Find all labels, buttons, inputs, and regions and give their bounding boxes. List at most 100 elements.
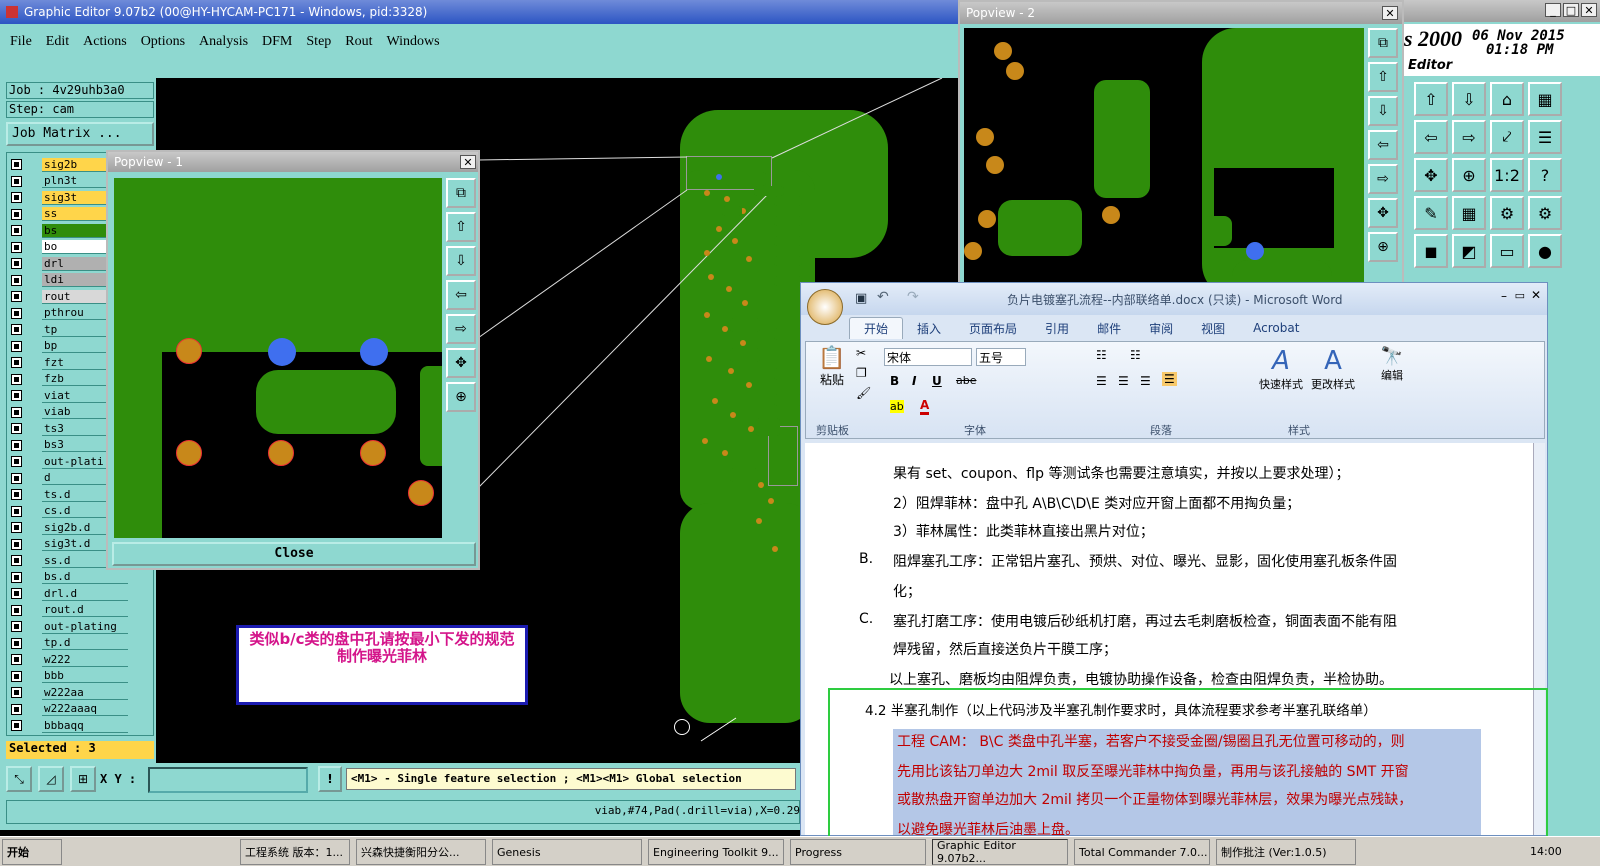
- layer-checkbox[interactable]: [11, 357, 22, 368]
- p2-pan-right-icon[interactable]: ⇨: [1368, 164, 1398, 194]
- maximize-icon[interactable]: □: [1563, 3, 1579, 17]
- tab-review[interactable]: 审阅: [1135, 317, 1187, 339]
- align-center-icon[interactable]: ☰: [1118, 374, 1129, 388]
- zoom-out-icon[interactable]: ⊕: [446, 382, 476, 412]
- layer-checkbox[interactable]: [11, 472, 22, 484]
- tool-icon-2[interactable]: ⌂: [1490, 82, 1524, 116]
- layer-checkbox[interactable]: [11, 456, 22, 467]
- font-size-select[interactable]: 五号: [976, 348, 1026, 366]
- tool-icon-5[interactable]: ⇨: [1452, 120, 1486, 154]
- layer-checkbox[interactable]: [11, 538, 22, 550]
- layer-checkbox[interactable]: [11, 241, 22, 253]
- layer-checkbox[interactable]: [11, 439, 22, 451]
- tab-references[interactable]: 引用: [1031, 317, 1083, 339]
- justify-icon[interactable]: ☰: [1162, 372, 1177, 386]
- layer-checkbox[interactable]: [11, 291, 22, 302]
- word-close-icon[interactable]: ✕: [1531, 288, 1541, 302]
- layer-checkbox[interactable]: [11, 489, 22, 500]
- tool-icon-13[interactable]: ▦: [1452, 196, 1486, 230]
- layer-checkbox[interactable]: [11, 373, 22, 385]
- tool-icon-6[interactable]: ⤦: [1490, 120, 1524, 154]
- p2-pan-down-icon[interactable]: ⇩: [1368, 96, 1398, 126]
- bold-icon[interactable]: B: [890, 374, 899, 388]
- tab-view[interactable]: 视图: [1187, 317, 1239, 339]
- layer-checkbox[interactable]: [11, 588, 22, 599]
- job-matrix-button[interactable]: Job Matrix ...: [6, 122, 154, 146]
- menu-file[interactable]: File: [10, 34, 32, 50]
- layer-checkbox[interactable]: [11, 159, 22, 170]
- minimize-icon[interactable]: _: [1545, 3, 1561, 17]
- p2-zoom-in-icon[interactable]: ✥: [1368, 198, 1398, 228]
- layer-checkbox[interactable]: [11, 324, 22, 335]
- save-icon[interactable]: ▣: [855, 291, 867, 306]
- change-style-button[interactable]: A 更改样式: [1308, 346, 1358, 392]
- paste-button[interactable]: 📋 粘贴: [812, 346, 852, 406]
- pan-down-icon[interactable]: ⇩: [446, 246, 476, 276]
- tab-mailings[interactable]: 邮件: [1083, 317, 1135, 339]
- highlight-icon[interactable]: ab: [890, 400, 904, 413]
- tool-icon-1[interactable]: ⇩: [1452, 82, 1486, 116]
- tool-icon-15[interactable]: ⚙: [1528, 196, 1562, 230]
- popview2-canvas[interactable]: [964, 28, 1364, 298]
- layer-checkbox[interactable]: [11, 258, 22, 269]
- tool-icon-9[interactable]: ⊕: [1452, 158, 1486, 192]
- tool-icon-4[interactable]: ⇦: [1414, 120, 1448, 154]
- tool-icon-18[interactable]: ▭: [1490, 234, 1524, 268]
- task-cam-system[interactable]: 工程系统 版本：1...: [240, 839, 350, 865]
- p2-zoom-out-icon[interactable]: ⊕: [1368, 232, 1398, 262]
- layer-checkbox[interactable]: [11, 274, 22, 286]
- layer-checkbox[interactable]: [11, 390, 22, 401]
- word-minimize-icon[interactable]: –: [1501, 289, 1507, 303]
- align-right-icon[interactable]: ☰: [1140, 374, 1151, 388]
- layer-checkbox[interactable]: [11, 720, 22, 731]
- tool-icon-14[interactable]: ⚙: [1490, 196, 1524, 230]
- menu-rout[interactable]: Rout: [345, 34, 372, 50]
- pan-left-icon[interactable]: ⇦: [446, 280, 476, 310]
- tool-icon-12[interactable]: ✎: [1414, 196, 1448, 230]
- task-toolkit[interactable]: Engineering Toolkit 9...: [648, 839, 784, 865]
- popview1-close-icon[interactable]: ✕: [460, 155, 476, 169]
- grid-tool-button[interactable]: ⊞: [70, 766, 96, 792]
- tool-icon-0[interactable]: ⇧: [1414, 82, 1448, 116]
- layer-row[interactable]: tp.d: [11, 636, 128, 651]
- italic-icon[interactable]: I: [912, 374, 916, 388]
- layer-checkbox[interactable]: [11, 522, 22, 533]
- layer-checkbox[interactable]: [11, 555, 22, 566]
- undo-icon[interactable]: ↶: [877, 289, 889, 305]
- menu-edit[interactable]: Edit: [46, 34, 69, 50]
- zoom-in-icon[interactable]: ✥: [446, 348, 476, 378]
- zoom-tool-button[interactable]: ⤡: [6, 766, 32, 792]
- quick-style-button[interactable]: A 快速样式: [1256, 346, 1306, 392]
- layer-checkbox[interactable]: [11, 340, 22, 352]
- layer-checkbox[interactable]: [11, 406, 22, 418]
- layer-checkbox[interactable]: [11, 175, 22, 187]
- layer-checkbox[interactable]: [11, 505, 22, 517]
- p2-pan-left-icon[interactable]: ⇦: [1368, 130, 1398, 160]
- bullets-icon[interactable]: ☷: [1096, 348, 1107, 362]
- layer-checkbox[interactable]: [11, 687, 22, 698]
- tool-icon-17[interactable]: ◩: [1452, 234, 1486, 268]
- tab-insert[interactable]: 插入: [903, 317, 955, 339]
- font-name-select[interactable]: 宋体: [884, 348, 972, 366]
- layer-checkbox[interactable]: [11, 621, 22, 632]
- layer-row[interactable]: w222: [11, 652, 128, 667]
- p2-pan-up-icon[interactable]: ⇧: [1368, 62, 1398, 92]
- layer-checkbox[interactable]: [11, 192, 22, 203]
- measure-tool-button[interactable]: ◿: [38, 766, 64, 792]
- popview2-close-icon[interactable]: ✕: [1382, 6, 1398, 20]
- tool-icon-8[interactable]: ✥: [1414, 158, 1448, 192]
- layer-row[interactable]: rout.d: [11, 603, 128, 618]
- layer-checkbox[interactable]: [11, 703, 22, 715]
- format-painter-icon[interactable]: 🖌: [856, 386, 871, 400]
- tool-icon-7[interactable]: ☰: [1528, 120, 1562, 154]
- numbering-icon[interactable]: ☷: [1130, 348, 1141, 362]
- align-left-icon[interactable]: ☰: [1096, 374, 1107, 388]
- layer-checkbox[interactable]: [11, 637, 22, 649]
- layer-checkbox[interactable]: [11, 654, 22, 665]
- layer-row[interactable]: out-plating: [11, 619, 128, 634]
- tab-acrobat[interactable]: Acrobat: [1239, 317, 1313, 339]
- layer-row[interactable]: w222aa: [11, 685, 128, 700]
- layer-row[interactable]: drl.d: [11, 586, 128, 601]
- task-total-commander[interactable]: Total Commander 7.0...: [1074, 839, 1210, 865]
- p2-fit-icon[interactable]: ⧉: [1368, 28, 1398, 58]
